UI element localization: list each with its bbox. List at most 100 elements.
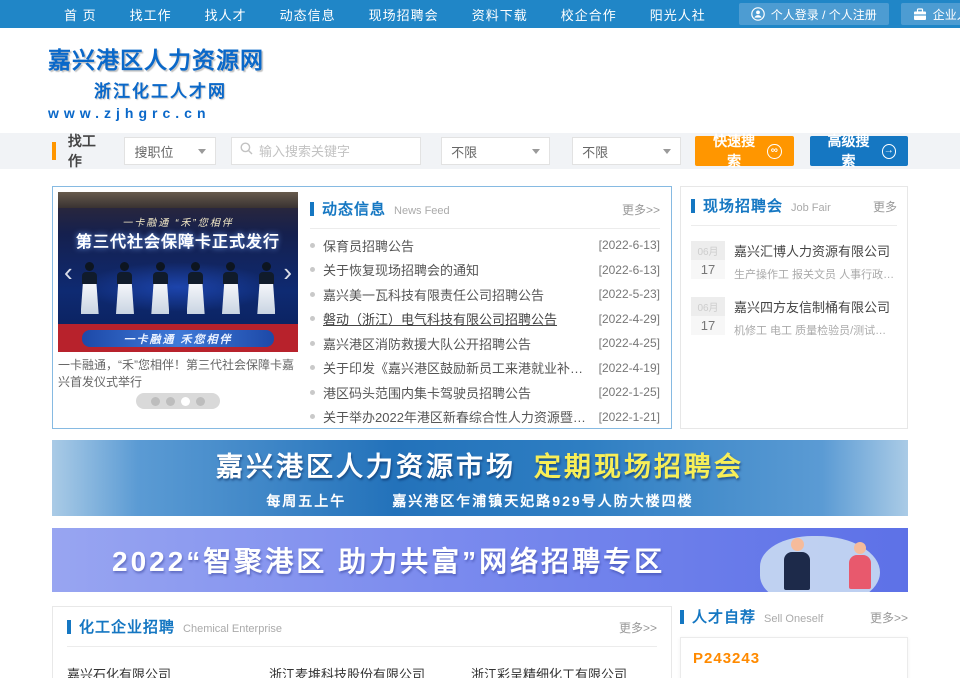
search-category-select[interactable]: 搜职位: [124, 137, 216, 165]
job-fair-company-link[interactable]: 嘉兴四方友信制桶有限公司: [734, 297, 897, 316]
news-link[interactable]: 关于印发《嘉兴港区鼓励新员工来港就业补助操作...: [323, 358, 589, 377]
person-icon: [751, 7, 765, 21]
carousel-dot-active[interactable]: [181, 397, 190, 406]
carousel-dot[interactable]: [151, 397, 160, 406]
site-logo-url: www.zjhgrc.cn: [48, 105, 960, 121]
company-cell: 嘉兴石化有限公司 工艺员 设备管理 门卫（残疾工）: [67, 651, 253, 678]
job-fair-more-link[interactable]: 更多: [873, 198, 897, 215]
bullet-icon: [310, 243, 315, 248]
banner2-person-illustration: [846, 542, 874, 592]
person-figure: [114, 262, 136, 324]
carousel-prev-button[interactable]: ‹: [64, 259, 73, 285]
news-date: [2022-5-23]: [599, 287, 660, 301]
date-day: 17: [691, 260, 725, 279]
date-month: 06月: [691, 241, 725, 260]
news-link[interactable]: 关于恢复现场招聘会的通知: [323, 260, 589, 279]
bullet-icon: [310, 292, 315, 297]
company-name-link[interactable]: 浙江麦堆科技股份有限公司: [269, 664, 455, 678]
talent-card[interactable]: P243243 男 ｜ 嘉兴市→嘉兴港区 ｜ 八年以上: [680, 637, 908, 678]
divider: [691, 225, 897, 226]
online-recruitment-banner[interactable]: 2022“智聚港区 助力共富”网络招聘专区: [52, 528, 908, 592]
news-item: 关于印发《嘉兴港区鼓励新员工来港就业补助操作... [2022-4-19]: [310, 356, 660, 381]
chevron-down-icon: [663, 149, 671, 154]
quick-search-icon: ∞: [767, 144, 782, 159]
briefcase-icon: [913, 8, 927, 21]
search-icon: [240, 142, 253, 160]
carousel-dot[interactable]: [196, 397, 205, 406]
filter-2-value: 不限: [582, 142, 608, 161]
news-date: [2022-4-19]: [599, 361, 660, 375]
section-accent-bar: [310, 202, 314, 216]
news-date: [2022-6-13]: [599, 238, 660, 252]
search-filter-select-2[interactable]: 不限: [572, 137, 681, 165]
bullet-icon: [310, 267, 315, 272]
chemical-enterprise-panel: 化工企业招聘 Chemical Enterprise 更多>> 嘉兴石化有限公司…: [52, 606, 672, 678]
bullet-icon: [310, 390, 315, 395]
job-fair-item: 06月 17 嘉兴汇博人力资源有限公司 生产操作工 报关文员 人事行政助理...: [691, 241, 897, 282]
person-figure: [255, 262, 277, 324]
chevron-down-icon: [532, 149, 540, 154]
news-item: 磐动（浙江）电气科技有限公司招聘公告[2022-4-29]: [310, 307, 660, 332]
site-logo-title: 嘉兴港区人力资源网: [48, 41, 960, 75]
enterprise-entry-button[interactable]: 企业入口: [901, 3, 960, 25]
carousel-dot[interactable]: [166, 397, 175, 406]
talent-more-link[interactable]: 更多>>: [870, 609, 908, 626]
news-more-link[interactable]: 更多>>: [622, 201, 660, 218]
stage-ceiling: [58, 192, 298, 208]
chemical-more-link[interactable]: 更多>>: [619, 619, 657, 636]
arrow-right-icon: →: [882, 144, 897, 159]
nav-item-find-talent[interactable]: 找人才: [205, 5, 247, 24]
personal-login-button[interactable]: 个人登录 / 个人注册: [739, 3, 889, 25]
talent-title: 人才自荐: [692, 606, 756, 627]
carousel-dots: [136, 393, 220, 409]
news-link[interactable]: 关于举办2022年港区新春综合性人力资源暨春风...: [323, 407, 589, 426]
quick-search-button[interactable]: 快速搜索 ∞: [695, 136, 793, 166]
nav-item-school-cooperation[interactable]: 校企合作: [561, 5, 617, 24]
site-header: 嘉兴港区人力资源网 浙江化工人才网 www.zjhgrc.cn: [0, 28, 960, 133]
news-feed: 动态信息 News Feed 更多>> 保育员招聘公告[2022-6-13] 关…: [308, 192, 666, 423]
news-date: [2022-1-21]: [599, 410, 660, 424]
company-cell: 浙江彩呈精细化工有限公司 普工（制造科） 营业担当: [471, 651, 657, 678]
divider: [310, 228, 660, 229]
job-fair-company-link[interactable]: 嘉兴汇博人力资源有限公司: [734, 241, 897, 260]
bullet-icon: [310, 316, 315, 321]
date-badge: 06月 17: [691, 241, 725, 282]
date-badge: 06月 17: [691, 297, 725, 338]
section-accent-bar: [67, 620, 71, 634]
top-nav: 首 页 找工作 找人才 动态信息 现场招聘会 资料下载 校企合作 阳光人社 个人…: [0, 0, 960, 28]
chemical-subtitle: Chemical Enterprise: [183, 623, 282, 635]
bullet-icon: [310, 414, 315, 419]
company-name-link[interactable]: 嘉兴石化有限公司: [67, 664, 253, 678]
news-item: 嘉兴美一瓦科技有限责任公司招聘公告 [2022-5-23]: [310, 282, 660, 307]
personal-login-label: 个人登录 / 个人注册: [771, 6, 877, 23]
news-item: 保育员招聘公告 [2022-6-13]: [310, 233, 660, 258]
company-name-link[interactable]: 浙江彩呈精细化工有限公司: [471, 664, 657, 678]
search-input[interactable]: [259, 144, 409, 159]
job-market-banner[interactable]: 嘉兴港区人力资源市场 定期现场招聘会 每周五上午 嘉兴港区乍浦镇天妃路929号人…: [52, 440, 908, 516]
news-item: 港区码头范围内集卡驾驶员招聘公告[2022-1-25]: [310, 380, 660, 405]
carousel-next-button[interactable]: ›: [283, 259, 292, 285]
nav-item-find-job[interactable]: 找工作: [130, 5, 172, 24]
news-link[interactable]: 港区码头范围内集卡驾驶员招聘公告: [323, 383, 589, 402]
search-filter-select-1[interactable]: 不限: [441, 137, 550, 165]
job-fair-subtitle: Job Fair: [791, 202, 831, 214]
nav-item-downloads[interactable]: 资料下载: [472, 5, 528, 24]
advanced-search-label: 高级搜索: [822, 131, 876, 171]
news-link[interactable]: 保育员招聘公告: [323, 236, 589, 255]
nav-item-news[interactable]: 动态信息: [280, 5, 336, 24]
advanced-search-button[interactable]: 高级搜索 →: [810, 136, 908, 166]
news-link[interactable]: 嘉兴美一瓦科技有限责任公司招聘公告: [323, 285, 589, 304]
news-subtitle: News Feed: [394, 205, 450, 217]
news-link-hovered[interactable]: 磐动（浙江）电气科技有限公司招聘公告: [323, 309, 589, 328]
slide-headline: 第三代社会保障卡正式发行: [58, 228, 298, 252]
bullet-icon: [310, 365, 315, 370]
section-accent-bar: [691, 199, 695, 213]
nav-item-home[interactable]: 首 页: [64, 5, 97, 24]
person-figure: [79, 262, 101, 324]
carousel-slide[interactable]: 一卡融通 “禾”您相伴 第三代社会保障卡正式发行 一卡融通 禾您相伴 ‹ ›: [58, 192, 298, 352]
news-link[interactable]: 嘉兴港区消防救援大队公开招聘公告: [323, 334, 589, 353]
site-logo-subtitle: 浙江化工人才网: [94, 77, 960, 102]
carousel-caption[interactable]: 一卡融通，“禾”您相伴！第三代社会保障卡嘉兴首发仪式举行: [58, 357, 298, 391]
nav-item-job-fair[interactable]: 现场招聘会: [369, 5, 439, 24]
nav-item-sunshine-hr[interactable]: 阳光人社: [650, 5, 706, 24]
